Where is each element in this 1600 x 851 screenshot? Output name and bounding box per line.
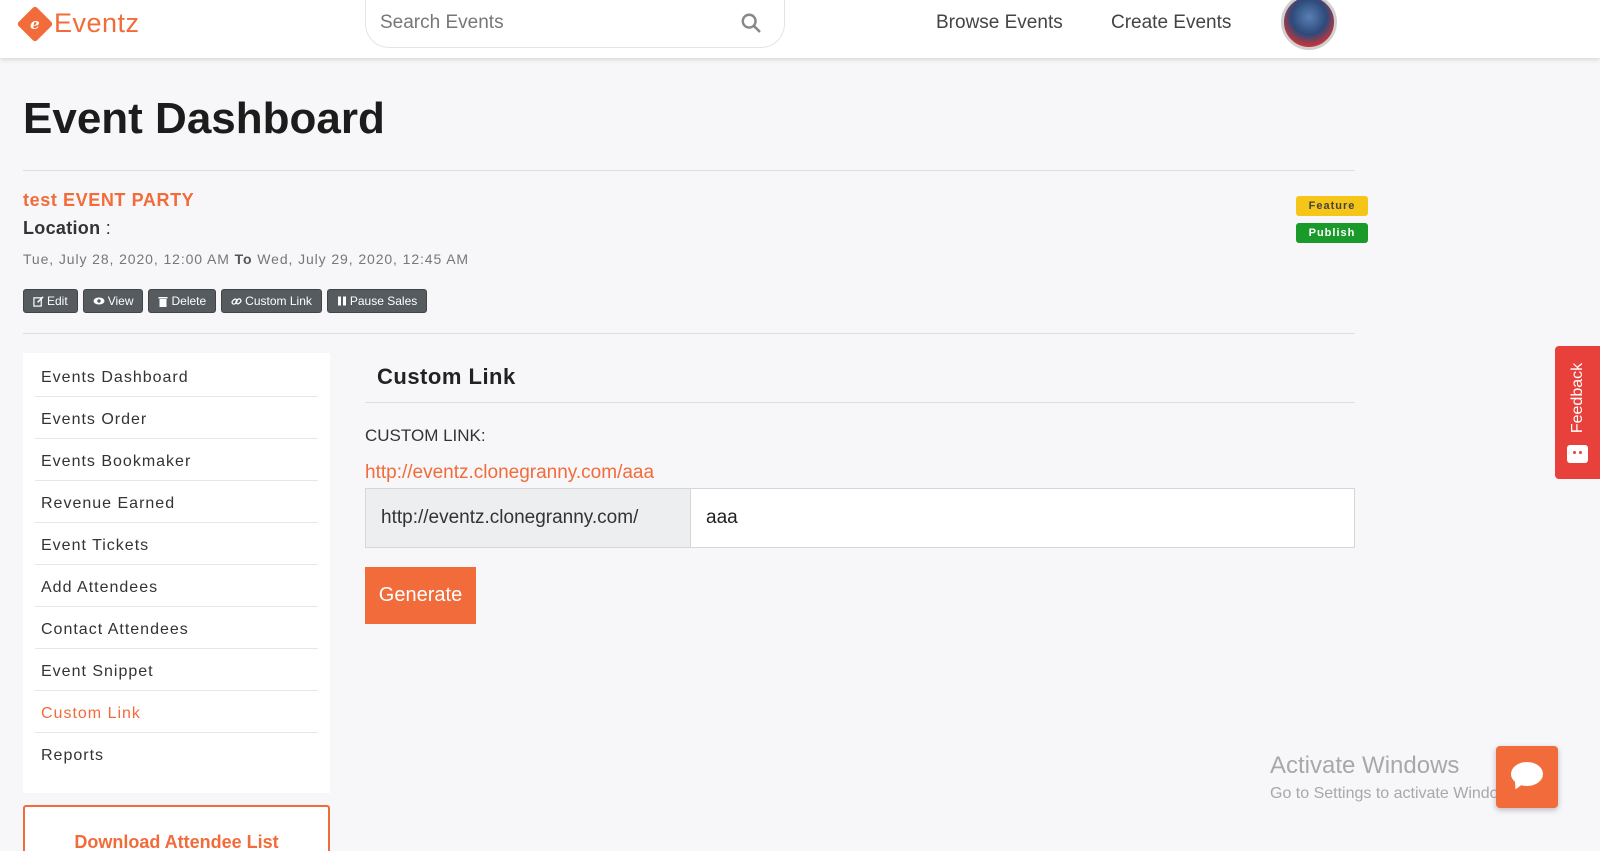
event-end-date: Wed, July 29, 2020, 12:45 AM — [257, 251, 469, 267]
delete-label: Delete — [171, 294, 207, 308]
view-label: View — [107, 294, 134, 308]
sidebar-item-add-attendees[interactable]: Add Attendees — [35, 565, 318, 607]
link-icon — [231, 297, 242, 305]
dashboard-sidebar: Events Dashboard Events Order Events Boo… — [23, 353, 330, 793]
edit-icon — [33, 295, 44, 307]
search-input[interactable] — [380, 8, 720, 38]
divider — [23, 170, 1355, 171]
download-attendee-list-button[interactable]: Download Attendee List — [23, 805, 330, 851]
nav-create-events[interactable]: Create Events — [1111, 12, 1231, 34]
custom-link-button[interactable]: Custom Link — [221, 289, 322, 313]
custom-link-input-group: http://eventz.clonegranny.com/ — [365, 488, 1355, 548]
custom-link-label: Custom Link — [245, 294, 312, 308]
chat-bubble-tail — [1511, 779, 1525, 792]
publish-badge[interactable]: Publish — [1296, 223, 1368, 243]
sidebar-item-reports[interactable]: Reports — [35, 733, 318, 775]
edit-button[interactable]: Edit — [23, 289, 78, 313]
sidebar-item-events-bookmaker[interactable]: Events Bookmaker — [35, 439, 318, 481]
edit-label: Edit — [47, 294, 68, 308]
trash-icon — [158, 296, 168, 307]
event-dates: Tue, July 28, 2020, 12:00 AM To Wed, Jul… — [23, 251, 469, 267]
feedback-label: Feedback — [1568, 362, 1586, 434]
delete-button[interactable]: Delete — [148, 289, 217, 313]
logo-mark-icon: e — [16, 5, 54, 42]
date-to-label: To — [234, 251, 253, 267]
pause-icon — [337, 296, 346, 306]
eventz-logo[interactable]: e Eventz — [16, 5, 140, 42]
nav-browse-events[interactable]: Browse Events — [936, 12, 1063, 34]
pause-sales-label: Pause Sales — [349, 294, 418, 308]
feedback-face-icon — [1567, 445, 1588, 463]
sidebar-item-contact-attendees[interactable]: Contact Attendees — [35, 607, 318, 649]
event-location: Location : — [23, 218, 111, 239]
view-button[interactable]: View — [82, 289, 144, 313]
sidebar-item-event-snippet[interactable]: Event Snippet — [35, 649, 318, 691]
chat-button[interactable] — [1496, 746, 1558, 808]
generate-button[interactable]: Generate — [365, 567, 476, 624]
top-navbar: e Eventz Browse Events Create Events — [0, 0, 1600, 58]
custom-link-prefix: http://eventz.clonegranny.com/ — [366, 489, 691, 547]
search-icon[interactable] — [740, 12, 762, 34]
sidebar-item-revenue-earned[interactable]: Revenue Earned — [35, 481, 318, 523]
divider — [365, 402, 1355, 403]
feedback-tab[interactable]: Feedback — [1555, 346, 1600, 479]
sidebar-item-custom-link[interactable]: Custom Link — [35, 691, 318, 733]
event-start-date: Tue, July 28, 2020, 12:00 AM — [23, 251, 230, 267]
logo-letter: e — [30, 14, 40, 33]
pause-sales-button[interactable]: Pause Sales — [326, 289, 428, 313]
custom-link-url[interactable]: http://eventz.clonegranny.com/aaa — [365, 462, 654, 484]
location-label: Location — [23, 218, 101, 238]
custom-link-input[interactable] — [691, 489, 1354, 547]
custom-link-field-label: CUSTOM LINK: — [365, 426, 486, 445]
sidebar-item-event-tickets[interactable]: Event Tickets — [35, 523, 318, 565]
location-colon: : — [100, 218, 112, 238]
feature-badge[interactable]: Feature — [1296, 196, 1368, 216]
sidebar-item-events-order[interactable]: Events Order — [35, 397, 318, 439]
page-title: Event Dashboard — [23, 94, 385, 143]
search-box — [365, 0, 785, 48]
sidebar-item-events-dashboard[interactable]: Events Dashboard — [35, 355, 318, 397]
user-avatar[interactable] — [1281, 0, 1337, 50]
event-actions: Edit View Delete Custom Link Pause Sales — [23, 289, 428, 313]
event-name: test EVENT PARTY — [23, 190, 195, 210]
divider — [23, 333, 1355, 334]
eye-icon — [93, 297, 105, 305]
panel-title: Custom Link — [377, 364, 516, 389]
logo-text: Eventz — [54, 8, 140, 38]
activate-windows-title: Activate Windows — [1270, 752, 1460, 779]
activate-windows-subtitle: Go to Settings to activate Windows. — [1270, 785, 1523, 802]
